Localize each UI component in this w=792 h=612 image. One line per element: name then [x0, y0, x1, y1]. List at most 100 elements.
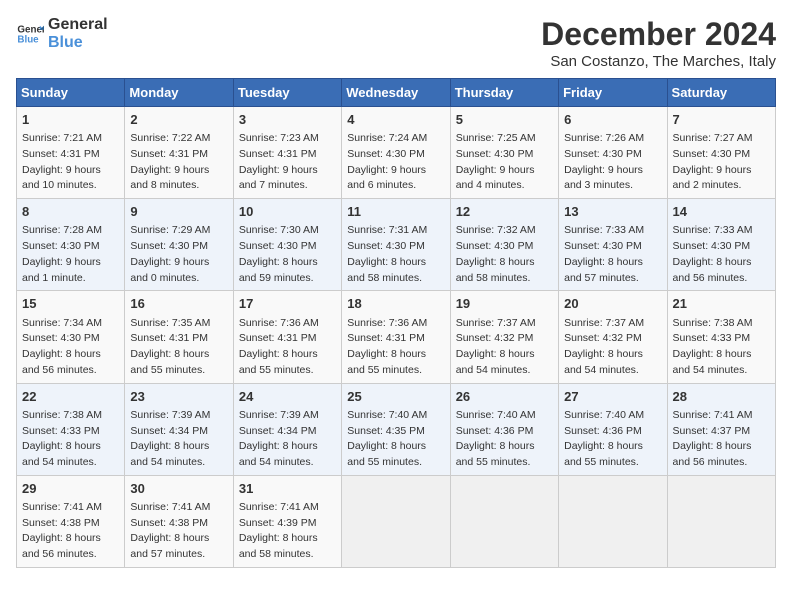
day-info: Sunrise: 7:23 AMSunset: 4:31 PMDaylight:…: [239, 131, 336, 194]
day-info: Sunrise: 7:41 AMSunset: 4:37 PMDaylight:…: [673, 408, 770, 471]
table-row: 30 Sunrise: 7:41 AMSunset: 4:38 PMDayligh…: [125, 475, 233, 567]
day-number: 29: [22, 480, 119, 498]
day-info: Sunrise: 7:31 AMSunset: 4:30 PMDaylight:…: [347, 223, 444, 286]
day-number: 12: [456, 203, 553, 221]
table-row: 1 Sunrise: 7:21 AMSunset: 4:31 PMDaylight…: [17, 107, 125, 199]
day-number: 19: [456, 295, 553, 313]
day-number: 3: [239, 111, 336, 129]
day-info: Sunrise: 7:37 AMSunset: 4:32 PMDaylight:…: [564, 316, 661, 379]
table-row: [342, 475, 450, 567]
table-row: 12 Sunrise: 7:32 AMSunset: 4:30 PMDayligh…: [450, 199, 558, 291]
day-info: Sunrise: 7:40 AMSunset: 4:36 PMDaylight:…: [456, 408, 553, 471]
day-number: 24: [239, 388, 336, 406]
day-number: 2: [130, 111, 227, 129]
day-info: Sunrise: 7:22 AMSunset: 4:31 PMDaylight:…: [130, 131, 227, 194]
col-saturday: Saturday: [667, 79, 775, 107]
day-number: 6: [564, 111, 661, 129]
table-row: 23 Sunrise: 7:39 AMSunset: 4:34 PMDayligh…: [125, 383, 233, 475]
day-number: 17: [239, 295, 336, 313]
day-info: Sunrise: 7:28 AMSunset: 4:30 PMDaylight:…: [22, 223, 119, 286]
subtitle: San Costanzo, The Marches, Italy: [541, 53, 776, 70]
table-row: 6 Sunrise: 7:26 AMSunset: 4:30 PMDaylight…: [559, 107, 667, 199]
table-row: 27 Sunrise: 7:40 AMSunset: 4:36 PMDayligh…: [559, 383, 667, 475]
logo-icon: General Blue: [16, 20, 44, 48]
table-row: 20Sunrise: 7:37 AMSunset: 4:32 PMDayligh…: [559, 291, 667, 383]
day-number: 1: [22, 111, 119, 129]
day-number: 15: [22, 295, 119, 313]
day-number: 10: [239, 203, 336, 221]
title-area: December 2024 San Costanzo, The Marches,…: [541, 16, 776, 70]
table-row: 14 Sunrise: 7:33 AMSunset: 4:30 PMDayligh…: [667, 199, 775, 291]
svg-text:Blue: Blue: [17, 34, 39, 45]
table-row: 2 Sunrise: 7:22 AMSunset: 4:31 PMDaylight…: [125, 107, 233, 199]
table-row: 19 Sunrise: 7:37 AMSunset: 4:32 PMDayligh…: [450, 291, 558, 383]
col-thursday: Thursday: [450, 79, 558, 107]
day-number: 27: [564, 388, 661, 406]
day-info: Sunrise: 7:36 AMSunset: 4:31 PMDaylight:…: [239, 316, 336, 379]
table-row: 17 Sunrise: 7:36 AMSunset: 4:31 PMDayligh…: [233, 291, 341, 383]
day-info: Sunrise: 7:34 AMSunset: 4:30 PMDaylight:…: [22, 316, 119, 379]
day-info: Sunrise: 7:38 AMSunset: 4:33 PMDaylight:…: [673, 316, 770, 379]
day-number: 25: [347, 388, 444, 406]
col-monday: Monday: [125, 79, 233, 107]
day-info: Sunrise: 7:24 AMSunset: 4:30 PMDaylight:…: [347, 131, 444, 194]
day-number: 22: [22, 388, 119, 406]
day-info: Sunrise: 7:26 AMSunset: 4:30 PMDaylight:…: [564, 131, 661, 194]
logo-line2: Blue: [48, 34, 108, 52]
day-info: Sunrise: 7:41 AMSunset: 4:38 PMDaylight:…: [22, 500, 119, 563]
day-info: Sunrise: 7:41 AMSunset: 4:38 PMDaylight:…: [130, 500, 227, 563]
day-info: Sunrise: 7:27 AMSunset: 4:30 PMDaylight:…: [673, 131, 770, 194]
table-row: 22Sunrise: 7:38 AMSunset: 4:33 PMDayligh…: [17, 383, 125, 475]
day-number: 11: [347, 203, 444, 221]
day-info: Sunrise: 7:35 AMSunset: 4:31 PMDaylight:…: [130, 316, 227, 379]
day-number: 31: [239, 480, 336, 498]
table-row: 4 Sunrise: 7:24 AMSunset: 4:30 PMDaylight…: [342, 107, 450, 199]
calendar-week-row: 8Sunrise: 7:28 AMSunset: 4:30 PMDaylight…: [17, 199, 776, 291]
table-row: 10 Sunrise: 7:30 AMSunset: 4:30 PMDayligh…: [233, 199, 341, 291]
table-row: 18 Sunrise: 7:36 AMSunset: 4:31 PMDayligh…: [342, 291, 450, 383]
col-wednesday: Wednesday: [342, 79, 450, 107]
day-info: Sunrise: 7:33 AMSunset: 4:30 PMDaylight:…: [673, 223, 770, 286]
table-row: 13Sunrise: 7:33 AMSunset: 4:30 PMDayligh…: [559, 199, 667, 291]
day-info: Sunrise: 7:29 AMSunset: 4:30 PMDaylight:…: [130, 223, 227, 286]
table-row: 25 Sunrise: 7:40 AMSunset: 4:35 PMDayligh…: [342, 383, 450, 475]
day-number: 9: [130, 203, 227, 221]
day-info: Sunrise: 7:21 AMSunset: 4:31 PMDaylight:…: [22, 131, 119, 194]
table-row: 21 Sunrise: 7:38 AMSunset: 4:33 PMDayligh…: [667, 291, 775, 383]
header: General Blue General Blue December 2024 …: [16, 16, 776, 70]
day-info: Sunrise: 7:40 AMSunset: 4:35 PMDaylight:…: [347, 408, 444, 471]
col-sunday: Sunday: [17, 79, 125, 107]
table-row: [667, 475, 775, 567]
day-number: 28: [673, 388, 770, 406]
day-number: 21: [673, 295, 770, 313]
logo: General Blue General Blue: [16, 16, 108, 51]
day-info: Sunrise: 7:30 AMSunset: 4:30 PMDaylight:…: [239, 223, 336, 286]
table-row: [559, 475, 667, 567]
table-row: [450, 475, 558, 567]
day-info: Sunrise: 7:36 AMSunset: 4:31 PMDaylight:…: [347, 316, 444, 379]
table-row: 11 Sunrise: 7:31 AMSunset: 4:30 PMDayligh…: [342, 199, 450, 291]
day-info: Sunrise: 7:40 AMSunset: 4:36 PMDaylight:…: [564, 408, 661, 471]
table-row: 26 Sunrise: 7:40 AMSunset: 4:36 PMDayligh…: [450, 383, 558, 475]
table-row: 9 Sunrise: 7:29 AMSunset: 4:30 PMDaylight…: [125, 199, 233, 291]
col-friday: Friday: [559, 79, 667, 107]
table-row: 24 Sunrise: 7:39 AMSunset: 4:34 PMDayligh…: [233, 383, 341, 475]
calendar-week-row: 1 Sunrise: 7:21 AMSunset: 4:31 PMDaylight…: [17, 107, 776, 199]
day-number: 30: [130, 480, 227, 498]
day-info: Sunrise: 7:39 AMSunset: 4:34 PMDaylight:…: [239, 408, 336, 471]
day-info: Sunrise: 7:32 AMSunset: 4:30 PMDaylight:…: [456, 223, 553, 286]
col-tuesday: Tuesday: [233, 79, 341, 107]
day-number: 14: [673, 203, 770, 221]
day-number: 26: [456, 388, 553, 406]
table-row: 31Sunrise: 7:41 AMSunset: 4:39 PMDayligh…: [233, 475, 341, 567]
day-number: 4: [347, 111, 444, 129]
table-row: 28 Sunrise: 7:41 AMSunset: 4:37 PMDayligh…: [667, 383, 775, 475]
table-row: 5Sunrise: 7:25 AMSunset: 4:30 PMDaylight…: [450, 107, 558, 199]
day-number: 23: [130, 388, 227, 406]
table-row: 8Sunrise: 7:28 AMSunset: 4:30 PMDaylight…: [17, 199, 125, 291]
day-info: Sunrise: 7:37 AMSunset: 4:32 PMDaylight:…: [456, 316, 553, 379]
day-number: 18: [347, 295, 444, 313]
table-row: 3 Sunrise: 7:23 AMSunset: 4:31 PMDaylight…: [233, 107, 341, 199]
day-info: Sunrise: 7:39 AMSunset: 4:34 PMDaylight:…: [130, 408, 227, 471]
day-number: 13: [564, 203, 661, 221]
